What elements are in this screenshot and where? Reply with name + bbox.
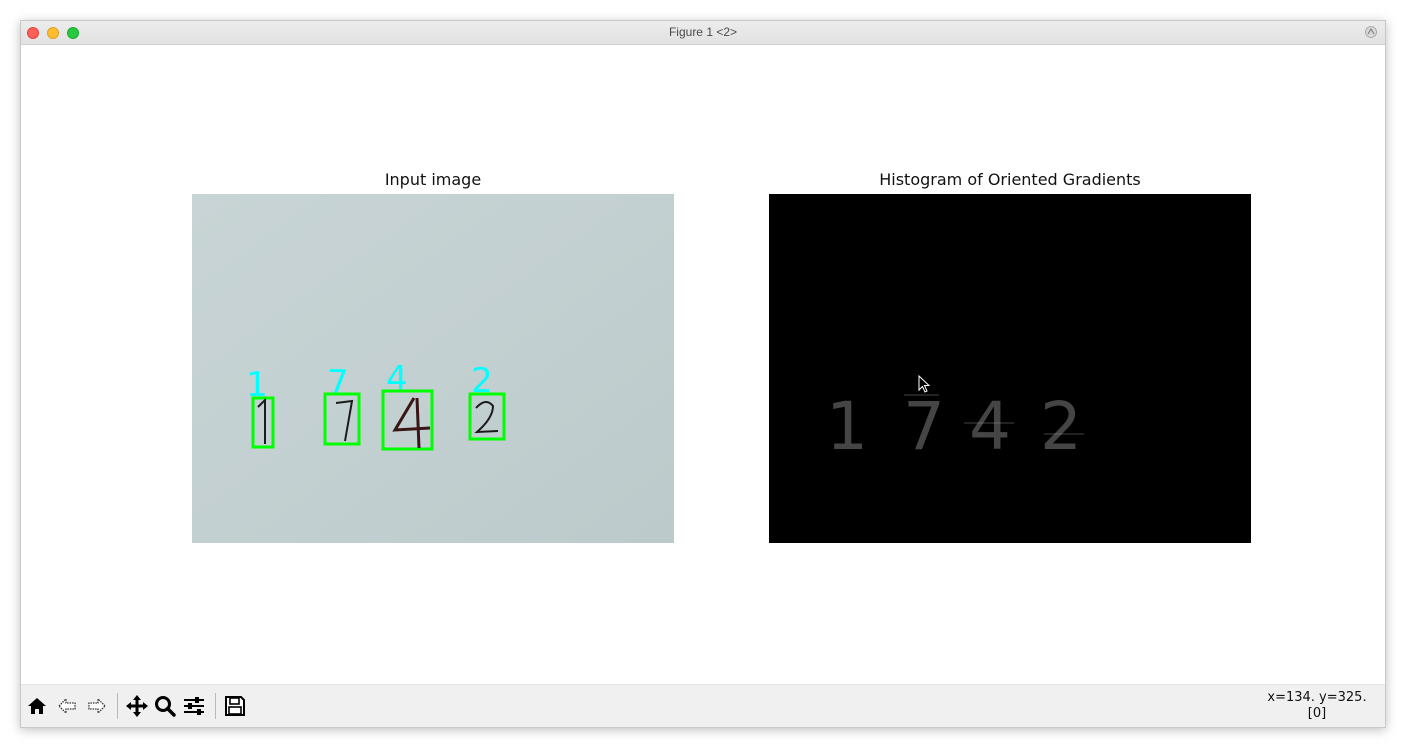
toolbar-separator (117, 693, 118, 719)
forward-arrow-icon (88, 697, 106, 715)
mouse-cursor-icon (918, 375, 931, 393)
back-button[interactable] (53, 692, 81, 720)
coordinates-line: x=134. y=325. (1267, 690, 1367, 705)
title-bar: Figure 1 <2> (21, 21, 1385, 45)
forward-button[interactable] (83, 692, 111, 720)
window-title: Figure 1 <2> (668, 25, 738, 39)
cursor-coordinates-readout: x=134. y=325. [0] (1261, 690, 1373, 722)
pan-button[interactable] (123, 692, 151, 720)
configure-subplots-button[interactable] (180, 692, 208, 720)
save-button[interactable] (221, 692, 249, 720)
home-icon (28, 698, 46, 714)
pixel-value-line: [0] (1307, 706, 1327, 721)
floppy-disk-icon (225, 696, 245, 716)
magnifier-icon (155, 696, 176, 717)
zoom-button[interactable] (151, 692, 179, 720)
hog-digit: 1 (826, 388, 868, 465)
move-icon (126, 695, 148, 717)
hog-background (769, 194, 1251, 543)
sliders-icon (184, 697, 204, 715)
detection-label: 4 (386, 359, 408, 399)
hog-image-panel: 1 7 4 2 (769, 194, 1251, 543)
hog-digit: 4 (969, 388, 1011, 465)
figure-window: Figure 1 <2> Input image 1 7 4 2 Histogr… (20, 20, 1386, 728)
navigation-toolbar: x=134. y=325. [0] (21, 684, 1385, 727)
python-app-icon (1365, 26, 1377, 38)
hog-digit: 7 (903, 388, 945, 465)
toolbar-separator (215, 693, 216, 719)
left-axes-title: Input image (384, 170, 482, 189)
back-arrow-icon (58, 697, 76, 715)
home-button[interactable] (23, 692, 51, 720)
detection-label: 7 (327, 363, 349, 403)
input-image-panel: 1 7 4 2 (192, 194, 674, 543)
right-axes-title: Histogram of Oriented Gradients (879, 170, 1141, 189)
hog-digit: 2 (1040, 388, 1082, 465)
